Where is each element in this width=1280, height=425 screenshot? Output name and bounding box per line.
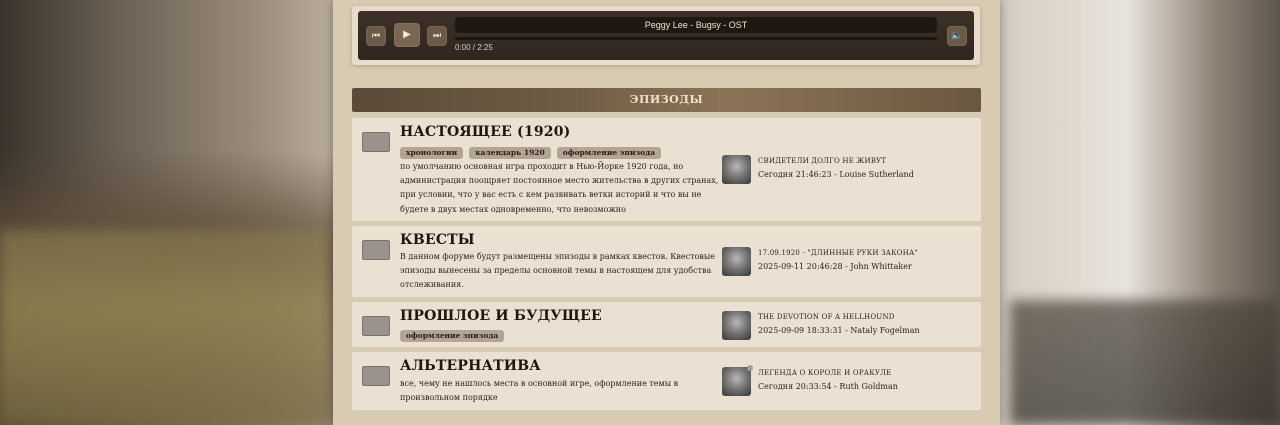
forum-row: ПРОШЛОЕ И БУДУЩЕЕ оформление эпизода THE… (352, 302, 981, 347)
last-post-topic[interactable]: THE DEVOTION OF A HELLHOUND (758, 313, 895, 321)
avatar[interactable] (722, 155, 751, 184)
last-post-meta: 2025-09-11 20:46:28 - John Whittaker (758, 262, 912, 271)
forum-row: НАСТОЯЩЕЕ (1920) хронологии календарь 19… (352, 118, 981, 221)
music-player: ⏮ ▶ ⏭ Peggy Lee - Bugsy - OST 0:00 / 2:2… (352, 6, 980, 65)
forum-icon[interactable] (362, 366, 390, 386)
avatar[interactable] (722, 365, 753, 396)
content-panel: ⏮ ▶ ⏭ Peggy Lee - Bugsy - OST 0:00 / 2:2… (333, 0, 1000, 425)
volume-icon[interactable]: 🔈 (947, 26, 967, 46)
forum-row: АЛЬТЕРНАТИВА все, чему не нашлось места … (352, 352, 981, 410)
forum-tags: хронологии календарь 1920 оформление эпи… (400, 147, 662, 159)
tag[interactable]: оформление эпизода (556, 147, 662, 159)
track-title: Peggy Lee - Bugsy - OST (455, 17, 937, 33)
avatar[interactable] (722, 247, 751, 276)
forum-icon[interactable] (362, 132, 390, 152)
forum-title[interactable]: ПРОШЛОЕ И БУДУЩЕЕ (400, 308, 602, 324)
forum-row: КВЕСТЫ В данном форуме будут размещены э… (352, 226, 981, 297)
player-bar: ⏮ ▶ ⏭ Peggy Lee - Bugsy - OST 0:00 / 2:2… (358, 11, 974, 60)
last-post-meta: 2025-09-09 18:33:31 - Nataly Fogelman (758, 326, 920, 335)
tag[interactable]: календарь 1920 (469, 147, 551, 159)
last-post-topic[interactable]: СВИДЕТЕЛИ ДОЛГО НЕ ЖИВУТ (758, 157, 886, 165)
forum-icon[interactable] (362, 316, 390, 336)
forum-title[interactable]: АЛЬТЕРНАТИВА (400, 358, 541, 374)
forum-description: В данном форуме будут размещены эпизоды … (400, 252, 715, 290)
online-indicator (747, 365, 753, 371)
forum-tags: оформление эпизода (400, 330, 505, 342)
play-icon[interactable]: ▶ (394, 23, 420, 47)
progress-bar[interactable] (455, 37, 937, 40)
time-display: 0:00 / 2:25 (455, 43, 493, 52)
last-post-meta: Сегодня 21:46:23 - Louise Sutherland (758, 170, 914, 179)
forum-description: все, чему не нашлось места в основной иг… (400, 379, 679, 403)
forum-icon[interactable] (362, 240, 390, 260)
forum-description: по умолчанию основная игра проходит в Нь… (400, 162, 719, 214)
tag[interactable]: оформление эпизода (400, 330, 505, 342)
avatar[interactable] (722, 311, 751, 340)
tag[interactable]: хронологии (400, 147, 464, 159)
section-header: ЭПИЗОДЫ (352, 88, 981, 112)
skip-forward-icon[interactable]: ⏭ (427, 26, 447, 46)
skip-back-icon[interactable]: ⏮ (366, 26, 386, 46)
forum-title[interactable]: НАСТОЯЩЕЕ (1920) (400, 124, 570, 140)
last-post-topic[interactable]: ЛЕГЕНДА О КОРОЛЕ И ОРАКУЛЕ (758, 369, 891, 377)
forum-title[interactable]: КВЕСТЫ (400, 232, 475, 248)
last-post-topic[interactable]: 17.09.1920 - "ДЛИННЫЕ РУКИ ЗАКОНА" (758, 249, 918, 257)
last-post-meta: Сегодня 20:33:54 - Ruth Goldman (758, 382, 898, 391)
